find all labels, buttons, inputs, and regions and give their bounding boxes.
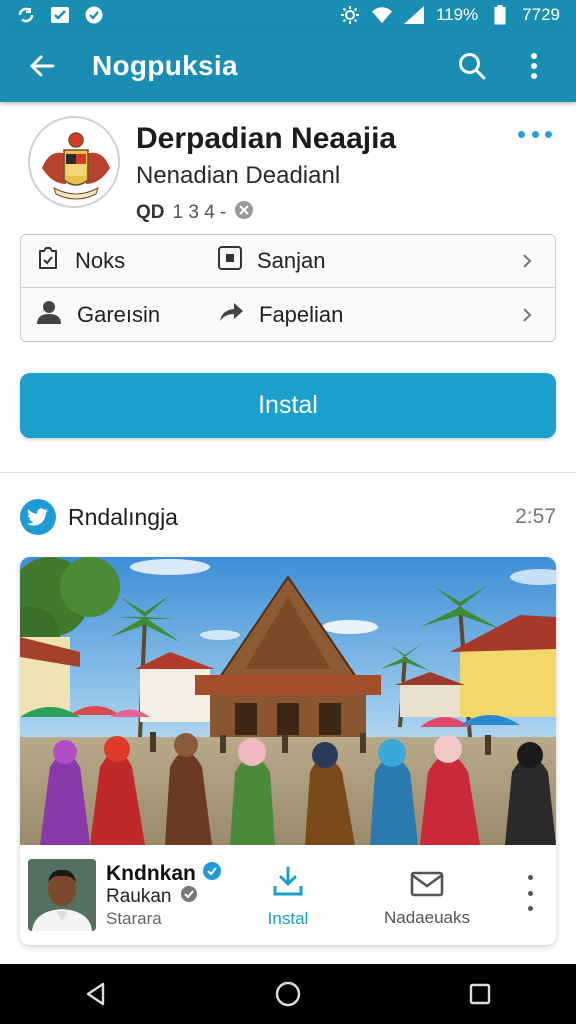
author-avatar[interactable] <box>28 859 96 931</box>
install-button[interactable]: Instal <box>20 373 556 438</box>
feed-title: Rndalıngja <box>68 503 178 530</box>
status-bar: 119% 7729 <box>0 0 576 30</box>
chevron-right-icon <box>519 307 535 323</box>
author-name: Kndnkan <box>106 862 196 885</box>
page-subtitle: Nenadian Deadianl <box>136 162 341 189</box>
menu-item-fapelian[interactable]: Fapelian <box>217 299 343 331</box>
page-logo[interactable] <box>28 116 120 208</box>
app-bar-title: Nogpuksia <box>92 50 238 81</box>
battery-icon <box>490 5 510 25</box>
divider <box>0 472 576 473</box>
menu-item-noks[interactable]: Noks <box>35 245 125 277</box>
battery-percent: 119% <box>435 5 479 24</box>
feed-time: 2:57 <box>515 505 556 528</box>
menu-label: Fapelian <box>259 301 344 327</box>
post-message-label: Nadaeuaks <box>383 907 470 927</box>
app-bar: Nogpuksia <box>0 30 576 102</box>
sync-icon <box>16 6 36 24</box>
post-install-action[interactable]: Instal <box>233 859 343 935</box>
search-icon[interactable] <box>450 44 494 88</box>
menu-row[interactable]: Noks Sanjan <box>21 235 555 288</box>
page-profile: Derpadian Neaajia Nenadian Deadianl QD 1… <box>0 102 576 232</box>
clipboard-icon <box>35 245 61 277</box>
brightness-icon <box>340 6 360 24</box>
post-card[interactable]: Kndnkan Raukan Starara Instal Nadaeuaks <box>20 557 556 945</box>
square-dot-icon <box>217 245 243 277</box>
menu-row[interactable]: Gareısin Fapelian <box>21 288 555 341</box>
post-more-icon[interactable] <box>518 875 542 911</box>
post-footer: Kndnkan Raukan Starara Instal Nadaeuaks <box>20 845 556 945</box>
download-icon <box>271 866 305 903</box>
author-handle: Raukan <box>106 886 172 907</box>
meta-label: QD <box>136 202 165 223</box>
wifi-icon <box>371 6 392 24</box>
menu-label: Noks <box>75 248 126 273</box>
page-meta: QD 1 3 4 - <box>136 200 254 226</box>
menu-label: Gareısin <box>77 301 161 327</box>
menu-label: Sanjan <box>257 248 326 273</box>
nav-home-icon[interactable] <box>258 964 318 1024</box>
nav-recents-icon[interactable] <box>450 964 510 1024</box>
author-name-row: Kndnkan <box>106 861 222 887</box>
post-install-label: Instal <box>267 908 309 928</box>
checkbox-icon <box>50 6 70 24</box>
feed-header: Rndalıngja 2:57 <box>20 497 556 537</box>
person-icon <box>35 299 63 331</box>
clock: 7729 <box>522 5 560 24</box>
meta-count: 1 3 4 - <box>172 202 227 223</box>
share-arrow-icon <box>217 299 245 331</box>
more-horizontal-icon[interactable] <box>518 124 552 144</box>
verified-badge-icon <box>202 861 222 887</box>
signal-icon <box>403 6 424 24</box>
more-vertical-icon[interactable] <box>512 44 556 88</box>
post-image[interactable] <box>20 557 556 845</box>
back-arrow-icon[interactable] <box>12 36 72 96</box>
check-circle-icon <box>180 885 198 909</box>
author-status: Starara <box>106 909 162 928</box>
menu-item-gareisin[interactable]: Gareısin <box>35 299 160 331</box>
page-name: Derpadian Neaajia <box>136 122 397 155</box>
chat-icon <box>84 6 104 24</box>
twitter-bird-icon <box>20 499 56 535</box>
author-handle-row: Raukan <box>106 885 198 909</box>
post-message-action[interactable]: Nadaeuaks <box>372 859 482 935</box>
system-nav-bar <box>0 964 576 1024</box>
nav-back-icon[interactable] <box>66 964 126 1024</box>
menu-item-sanjan[interactable]: Sanjan <box>217 245 326 277</box>
envelope-icon <box>410 867 444 902</box>
page-actions-menu: Noks Sanjan Gareısin Fapelian <box>20 234 556 342</box>
chevron-right-icon <box>519 253 535 269</box>
close-circle-icon[interactable] <box>234 200 254 226</box>
